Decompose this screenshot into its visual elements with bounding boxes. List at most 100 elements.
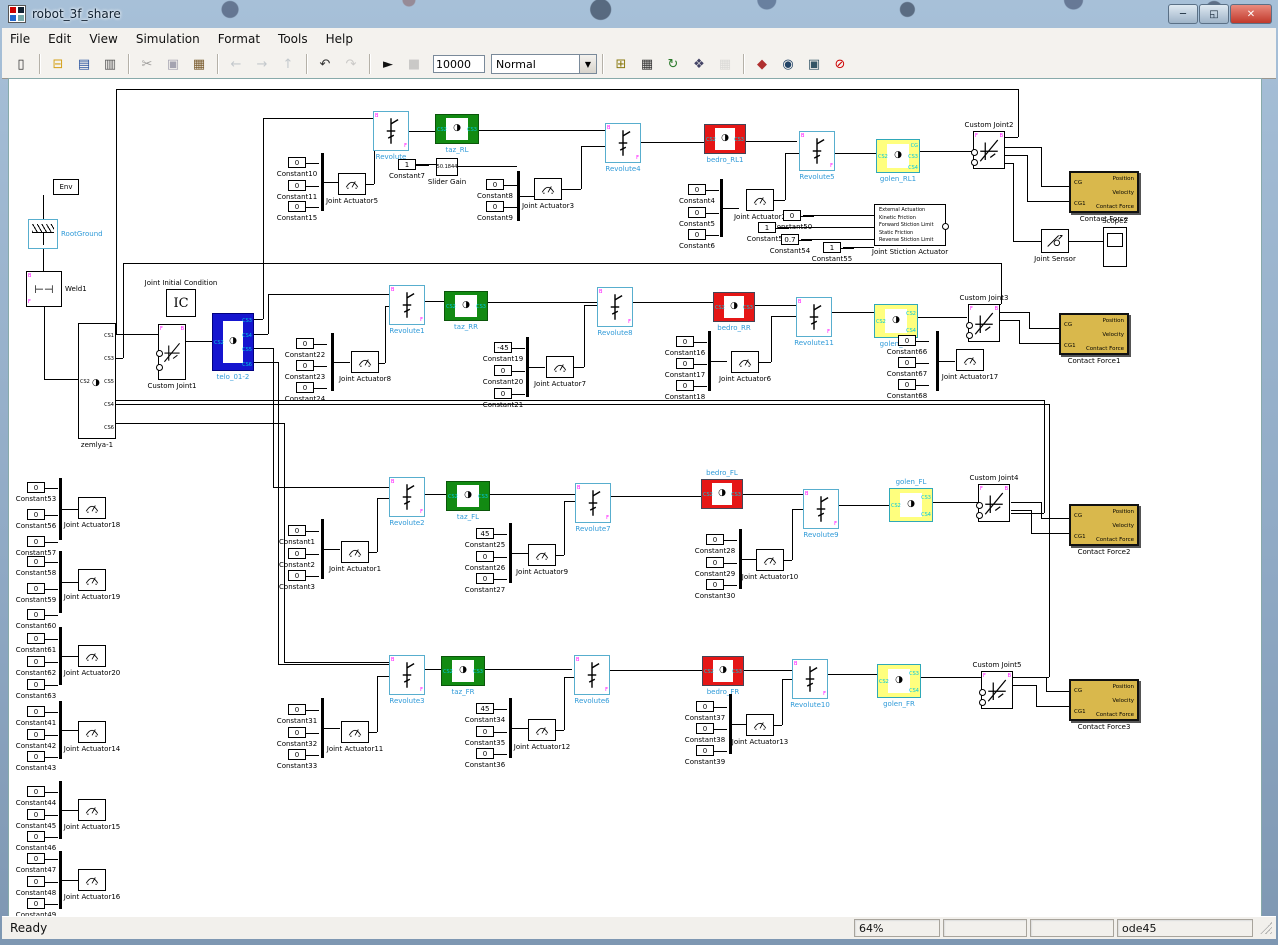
block-custom-joint4[interactable]: BF <box>978 484 1010 522</box>
save-icon[interactable]: ▤ <box>72 52 96 76</box>
block-c10[interactable]: 0 <box>288 157 306 168</box>
block-contact-force1[interactable]: CGCG1PositionVelocityContact Force <box>1059 313 1129 355</box>
block-revolute[interactable]: BF <box>373 111 409 151</box>
block-bedro-fr[interactable]: ◑CS3CS2 <box>702 656 744 686</box>
block-c35[interactable]: 0 <box>476 726 494 737</box>
block-c34[interactable]: 45 <box>476 703 494 714</box>
block-c62[interactable]: 0 <box>27 656 45 667</box>
block-ja17[interactable] <box>956 349 984 371</box>
maximize-button[interactable]: ◱ <box>1199 4 1229 24</box>
start-simulation-icon[interactable]: ► <box>376 52 400 76</box>
block-c54[interactable]: 0.7 <box>781 234 799 245</box>
block-c26[interactable]: 0 <box>476 551 494 562</box>
block-ja11[interactable] <box>341 721 369 743</box>
block-c61[interactable]: 0 <box>27 633 45 644</box>
close-button[interactable]: ✕ <box>1230 4 1272 24</box>
block-c16[interactable]: 0 <box>676 336 694 347</box>
block-custom-joint1[interactable]: BF <box>158 324 186 380</box>
disable-links-icon[interactable]: ⊘ <box>828 52 852 76</box>
block-c60[interactable]: 0 <box>27 609 45 620</box>
block-c18[interactable]: 0 <box>676 380 694 391</box>
block-c53[interactable]: 0 <box>27 482 45 493</box>
block-c17[interactable]: 0 <box>676 358 694 369</box>
open-icon[interactable]: ⊟ <box>46 52 70 76</box>
block-c41[interactable]: 0 <box>27 706 45 717</box>
block-c24[interactable]: 0 <box>296 382 314 393</box>
block-c4[interactable]: 0 <box>688 184 706 195</box>
block-revolute8[interactable]: BF <box>597 287 633 327</box>
block-mux11[interactable] <box>321 698 324 758</box>
block-ja15[interactable] <box>78 799 106 821</box>
block-bedro-fl[interactable]: ◑CS3CS2 <box>701 479 743 509</box>
block-c38[interactable]: 0 <box>696 723 714 734</box>
block-c28[interactable]: 0 <box>706 534 724 545</box>
block-ja8[interactable] <box>351 351 379 373</box>
minimize-button[interactable]: ─ <box>1168 4 1198 24</box>
block-muxL1[interactable] <box>59 478 62 540</box>
block-c50[interactable]: 0 <box>783 210 801 221</box>
block-golen-rr[interactable]: ◑CS2CS4CS2 <box>874 304 918 338</box>
find-in-model-icon[interactable]: ◉ <box>776 52 800 76</box>
block-ja16[interactable] <box>78 869 106 891</box>
block-mux7[interactable] <box>936 331 939 391</box>
block-ja1[interactable] <box>341 541 369 563</box>
block-revolute4[interactable]: BF <box>605 123 641 163</box>
resize-grip[interactable] <box>1260 922 1272 934</box>
block-custom-joint5[interactable]: BF <box>981 671 1013 709</box>
block-c19[interactable]: -45 <box>494 342 512 353</box>
block-c47[interactable]: 0 <box>27 853 45 864</box>
block-mux3[interactable] <box>720 179 723 237</box>
block-contact-force[interactable]: CGCG1PositionVelocityContact Force <box>1069 171 1139 213</box>
menu-edit[interactable]: Edit <box>48 32 71 46</box>
debug-icon[interactable]: ◆ <box>750 52 774 76</box>
block-ja14[interactable] <box>78 721 106 743</box>
block-slider-gain[interactable]: 50.1844 <box>436 158 458 176</box>
update-diagram-icon[interactable]: ↻ <box>661 52 685 76</box>
menu-simulation[interactable]: Simulation <box>136 32 200 46</box>
block-revolute9[interactable]: BF <box>803 489 839 529</box>
block-joint-sensor[interactable] <box>1041 229 1069 253</box>
block-muxL6[interactable] <box>59 851 62 909</box>
block-scope2[interactable] <box>1103 227 1127 267</box>
block-c48[interactable]: 0 <box>27 876 45 887</box>
block-c23[interactable]: 0 <box>296 360 314 371</box>
block-ja7[interactable] <box>546 356 574 378</box>
block-ja9[interactable] <box>528 544 556 566</box>
block-contact-force2[interactable]: CGCG1PositionVelocityContact Force <box>1069 504 1139 546</box>
block-joint-stiction-actuator[interactable]: External ActuationKinetic FrictionForwar… <box>874 204 946 246</box>
menu-file[interactable]: File <box>10 32 30 46</box>
block-c67[interactable]: 0 <box>898 357 916 368</box>
block-c39[interactable]: 0 <box>696 745 714 756</box>
block-mux9[interactable] <box>509 523 512 583</box>
block-c20[interactable]: 0 <box>494 365 512 376</box>
block-golen-rl1[interactable]: ◑CGCS3CS4CS2 <box>876 139 920 173</box>
block-c66[interactable]: 0 <box>898 335 916 346</box>
block-c46[interactable]: 0 <box>27 831 45 842</box>
print-icon[interactable]: ▥ <box>98 52 122 76</box>
block-c58[interactable]: 0 <box>27 556 45 567</box>
block-ja19[interactable] <box>78 569 106 591</box>
block-golen-fl[interactable]: ◑CS3CS4CS2 <box>889 488 933 522</box>
block-c11[interactable]: 0 <box>288 180 306 191</box>
block-mux5[interactable] <box>526 337 529 397</box>
menu-format[interactable]: Format <box>218 32 260 46</box>
sim-time-input[interactable] <box>433 55 485 73</box>
block-taz-rr[interactable]: ◑CS3CS2 <box>444 291 488 321</box>
block-revolute5[interactable]: BF <box>799 131 835 171</box>
block-c45[interactable]: 0 <box>27 809 45 820</box>
block-c42[interactable]: 0 <box>27 729 45 740</box>
block-c7[interactable]: 1 <box>398 159 416 170</box>
block-ja20[interactable] <box>78 645 106 667</box>
block-mux8[interactable] <box>321 519 324 579</box>
block-c51[interactable]: 1 <box>758 222 776 233</box>
block-c9[interactable]: 0 <box>486 201 504 212</box>
block-weld1[interactable]: ⊢⊣BF <box>26 271 62 307</box>
block-c31[interactable]: 0 <box>288 704 306 715</box>
new-icon[interactable]: ▯ <box>9 52 33 76</box>
block-c8[interactable]: 0 <box>486 179 504 190</box>
block-c27[interactable]: 0 <box>476 573 494 584</box>
block-taz-rl[interactable]: ◑CS3CS2 <box>435 114 479 144</box>
block-c43[interactable]: 0 <box>27 751 45 762</box>
block-c29[interactable]: 0 <box>706 557 724 568</box>
title-bar[interactable]: robot_3f_share ─◱✕ <box>0 0 1278 28</box>
